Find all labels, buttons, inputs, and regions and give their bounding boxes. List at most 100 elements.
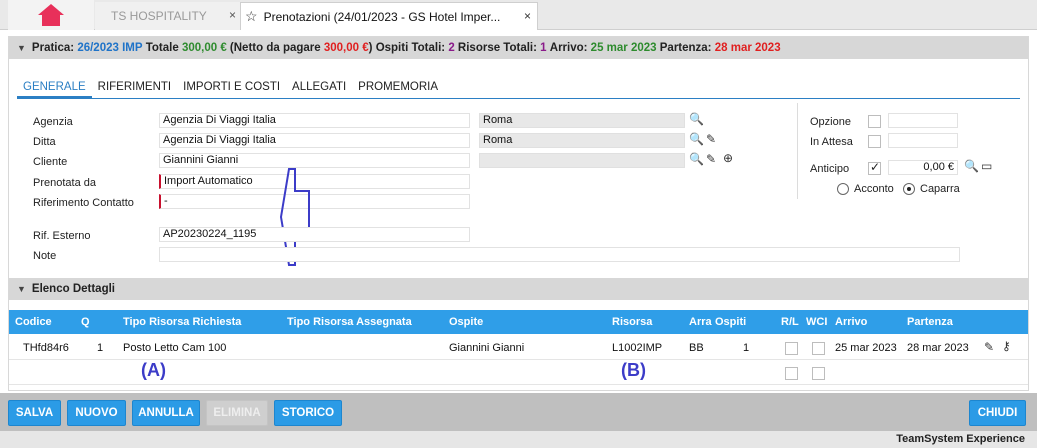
rl-checkbox[interactable] — [785, 342, 798, 355]
ditta-city-field: Roma — [479, 133, 685, 148]
close-icon[interactable]: × — [229, 8, 236, 22]
acconto-label: Acconto — [854, 183, 894, 195]
col-ospite[interactable]: Ospite — [449, 316, 483, 328]
star-icon[interactable]: ☆ — [245, 8, 258, 25]
col-arra[interactable]: Arra — [689, 316, 712, 328]
tab-prenotazioni-label: Prenotazioni (24/01/2023 - GS Hotel Impe… — [263, 9, 501, 24]
anticipo-label: Anticipo — [810, 163, 850, 175]
wci-checkbox[interactable] — [812, 342, 825, 355]
annotation-b: (B) — [621, 360, 646, 380]
history-button[interactable]: STORICO — [274, 400, 342, 426]
close-icon[interactable]: × — [524, 9, 531, 23]
cliente-label: Cliente — [33, 156, 68, 168]
tab-bar: TS HOSPITALITY × ☆ Prenotazioni (24/01/2… — [0, 0, 1037, 30]
tab-home[interactable] — [8, 0, 94, 30]
ospiti-label: Ospiti Totali: — [375, 42, 446, 54]
netto-value: 300,00 € — [323, 42, 369, 54]
footer: TeamSystem Experience — [0, 431, 1037, 448]
in-attesa-label: In Attesa — [810, 136, 853, 148]
details-table-header: Codice Q Tipo Risorsa Richiesta Tipo Ris… — [9, 310, 1028, 334]
tab-promemoria[interactable]: PROMEMORIA — [352, 77, 444, 98]
pencil-icon[interactable]: ✎ — [984, 340, 994, 354]
search-key-icon[interactable]: 🔍 — [689, 112, 704, 126]
netto-close: ) — [368, 42, 373, 54]
search-icon[interactable]: 🔍 — [964, 159, 979, 173]
agenzia-label: Agenzia — [33, 116, 73, 128]
tab-allegati[interactable]: ALLEGATI — [286, 77, 352, 98]
netto-label: (Netto da pagare — [229, 42, 321, 54]
add-contact-icon[interactable]: ⊕ — [723, 151, 733, 165]
col-arrivo[interactable]: Arrivo — [835, 316, 867, 328]
agenzia-city-field: Roma — [479, 113, 685, 128]
summary-header[interactable]: ▼ Pratica: 26/2023 IMP Totale 300,00 € (… — [9, 37, 1028, 59]
search-key-icon[interactable]: 🔍 — [689, 132, 704, 146]
details-header[interactable]: ▼ Elenco Dettagli — [9, 278, 1028, 300]
opzione-checkbox[interactable] — [868, 115, 881, 128]
pratica-label: Pratica: — [31, 42, 75, 54]
cell-tipo-richiesta: Posto Letto Cam 100 — [123, 342, 227, 354]
cancel-button[interactable]: ANNULLA — [132, 400, 200, 426]
table-row[interactable]: THfd84r6 1 Posto Letto Cam 100 Giannini … — [9, 336, 1028, 360]
note-label: Note — [33, 250, 57, 262]
totale-label: Totale — [145, 42, 179, 54]
pencil-icon[interactable]: ✎ — [706, 132, 716, 146]
collapse-triangle-icon[interactable]: ▼ — [17, 284, 26, 294]
details-title: Elenco Dettagli — [31, 283, 115, 295]
cell-partenza: 28 mar 2023 — [907, 342, 969, 354]
main-panel: ▼ Pratica: 26/2023 IMP Totale 300,00 € (… — [8, 36, 1029, 391]
key-icon[interactable]: ⚷ — [1002, 339, 1011, 353]
anticipo-checkbox[interactable] — [868, 160, 881, 175]
anticipo-amount-input[interactable]: 0,00 € — [888, 160, 958, 175]
table-row[interactable]: (A) (B) — [9, 360, 1028, 385]
cliente-input[interactable]: Giannini Gianni — [159, 153, 470, 168]
delete-button[interactable]: ELIMINA — [206, 400, 268, 426]
ditta-label: Ditta — [33, 136, 56, 148]
col-partenza[interactable]: Partenza — [907, 316, 953, 328]
col-tipo-richiesta[interactable]: Tipo Risorsa Richiesta — [123, 316, 241, 328]
acconto-radio[interactable] — [837, 183, 849, 195]
payment-card-icon[interactable]: ▭ — [981, 159, 992, 173]
riferimento-contatto-label: Riferimento Contatto — [33, 197, 134, 209]
partenza-label: Partenza: — [659, 42, 712, 54]
in-attesa-field[interactable] — [888, 133, 958, 148]
col-q[interactable]: Q — [81, 316, 90, 328]
search-key-icon[interactable]: 🔍 — [689, 152, 704, 166]
arrivo-value: 25 mar 2023 — [590, 42, 657, 54]
tab-prenotazioni[interactable]: ☆ Prenotazioni (24/01/2023 - GS Hotel Im… — [240, 2, 538, 30]
wci-checkbox[interactable] — [812, 367, 825, 380]
rl-checkbox[interactable] — [785, 367, 798, 380]
tab-ts-hospitality[interactable]: TS HOSPITALITY × — [95, 2, 242, 30]
annotation-a: (A) — [141, 360, 166, 380]
tab-ts-label: TS HOSPITALITY — [111, 9, 207, 23]
ditta-input[interactable]: Agenzia Di Viaggi Italia — [159, 133, 470, 148]
caparra-radio[interactable] — [903, 183, 915, 195]
col-risorsa[interactable]: Risorsa — [612, 316, 652, 328]
col-tipo-assegnata[interactable]: Tipo Risorsa Assegnata — [287, 316, 412, 328]
sub-tabs: GENERALE RIFERIMENTI IMPORTI E COSTI ALL… — [17, 77, 1020, 99]
ospiti-value: 2 — [448, 42, 455, 54]
note-input[interactable] — [159, 247, 960, 262]
tab-generale[interactable]: GENERALE — [17, 77, 92, 98]
opzione-field[interactable] — [888, 113, 958, 128]
col-wci[interactable]: WCI — [806, 316, 827, 328]
close-button[interactable]: CHIUDI — [969, 400, 1026, 426]
col-codice[interactable]: Codice — [15, 316, 52, 328]
in-attesa-checkbox[interactable] — [868, 135, 881, 148]
col-ospiti[interactable]: Ospiti — [715, 316, 746, 328]
tab-importi-e-costi[interactable]: IMPORTI E COSTI — [177, 77, 286, 98]
cell-ospiti: 1 — [743, 342, 750, 354]
cell-arra: BB — [689, 342, 704, 354]
new-button[interactable]: NUOVO — [67, 400, 126, 426]
rif-esterno-input[interactable]: AP20230224_1195 — [159, 227, 470, 242]
bottom-toolbar: SALVA NUOVO ANNULLA ELIMINA STORICO CHIU… — [0, 393, 1037, 431]
agenzia-input[interactable]: Agenzia Di Viaggi Italia — [159, 113, 470, 128]
caparra-label: Caparra — [920, 183, 960, 195]
opzione-label: Opzione — [810, 116, 851, 128]
col-rl[interactable]: R/L — [781, 316, 799, 328]
cell-arrivo: 25 mar 2023 — [835, 342, 897, 354]
tab-riferimenti[interactable]: RIFERIMENTI — [92, 77, 177, 98]
save-button[interactable]: SALVA — [8, 400, 61, 426]
cliente-city-field — [479, 153, 685, 168]
collapse-triangle-icon[interactable]: ▼ — [17, 43, 26, 53]
pencil-icon[interactable]: ✎ — [706, 152, 716, 166]
